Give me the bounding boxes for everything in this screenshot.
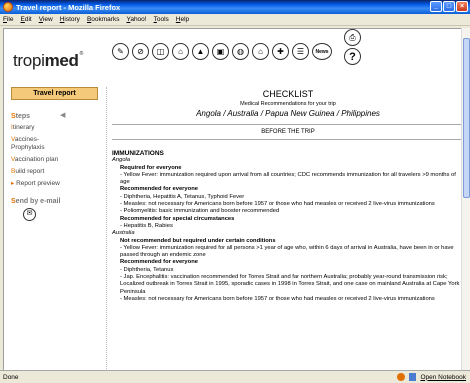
- page-content: tropimed® ✎ ⊘ ◫ ⌂ ▲ ▣ ◍ ⌂ ✚ ☰ News ⎙ ? T…: [3, 28, 470, 370]
- step-vaccines[interactable]: Vaccines-Prophylaxis: [11, 136, 63, 152]
- list-icon[interactable]: ☰: [292, 43, 309, 60]
- list-item: - Yellow Fever: immunization required fo…: [120, 244, 454, 259]
- section-title: IMMUNIZATIONS: [112, 150, 164, 157]
- title-bar: Travel report - Mozilla Firefox _ □ ×: [0, 0, 470, 14]
- menu-edit[interactable]: Edit: [21, 16, 32, 23]
- house-icon[interactable]: ⌂: [252, 43, 269, 60]
- travel-report-button[interactable]: Travel report: [11, 87, 98, 100]
- section-heading: BEFORE THE TRIP: [261, 129, 315, 135]
- list-item: - Measles: not necessary for Americans b…: [120, 201, 435, 208]
- menu-bookmarks[interactable]: Bookmarks: [87, 16, 120, 23]
- subheading: Required for everyone: [120, 164, 182, 171]
- step-report-preview[interactable]: ▸ Report preview: [11, 180, 101, 188]
- menu-view[interactable]: View: [39, 16, 53, 23]
- steps-heading: Steps: [11, 113, 31, 120]
- tool-icon-bar: ✎ ⊘ ◫ ⌂ ▲ ▣ ◍ ⌂ ✚ ☰ News: [112, 43, 332, 60]
- list-item: - Yellow Fever: immunization required up…: [120, 171, 456, 186]
- divider: [112, 124, 464, 125]
- list-item: - Hepatitis B, Rabies: [120, 222, 173, 229]
- step-build-report[interactable]: Build report: [11, 168, 101, 176]
- list-item: - Poliomyelitis: basic immunization and …: [120, 208, 280, 215]
- vertical-scrollbar[interactable]: [461, 28, 470, 370]
- subheading: Recommended for everyone: [120, 186, 198, 193]
- menu-help[interactable]: Help: [176, 16, 189, 23]
- country-heading: Australia: [112, 230, 135, 237]
- globe-icon[interactable]: ◍: [232, 43, 249, 60]
- envelope-icon[interactable]: ✉: [23, 208, 36, 221]
- divider: [112, 139, 464, 140]
- minimize-button[interactable]: _: [430, 1, 442, 12]
- help-icon[interactable]: ?: [344, 48, 361, 65]
- menu-file[interactable]: File: [3, 16, 14, 23]
- country-heading: Angola: [112, 157, 131, 164]
- step-vaccination-plan[interactable]: Vaccination plan: [11, 156, 101, 164]
- bottle-icon[interactable]: ▣: [212, 43, 229, 60]
- menu-history[interactable]: History: [60, 16, 80, 23]
- status-bar: Done Open Notebook: [0, 370, 470, 383]
- addon-icon[interactable]: [397, 373, 406, 381]
- page-title: CHECKLIST: [262, 89, 314, 99]
- open-notebook-link[interactable]: Open Notebook: [420, 374, 466, 381]
- no-mosquito-icon[interactable]: ⊘: [132, 43, 149, 60]
- tropimed-logo[interactable]: tropimed®: [13, 51, 83, 71]
- sidebar: Travel report Steps Itinerary Vaccines-P…: [4, 87, 107, 370]
- medkit-icon[interactable]: ✚: [272, 43, 289, 60]
- syringe-icon[interactable]: ✎: [112, 43, 129, 60]
- notebook-icon[interactable]: [409, 373, 417, 381]
- hospital-icon[interactable]: ⌂: [172, 43, 189, 60]
- collapse-arrow-icon[interactable]: ◀: [60, 111, 65, 119]
- list-item: - Jap. Encephalitis: vaccination recomme…: [120, 274, 460, 295]
- close-button[interactable]: ×: [456, 1, 468, 12]
- subheading: Not recommended but required under certa…: [120, 237, 276, 244]
- page-subtitle: Medical Recommendations for your trip: [240, 101, 336, 107]
- window-title: Travel report - Mozilla Firefox: [16, 2, 121, 12]
- immunization-list: IMMUNIZATIONS Angola Required for everyone…: [112, 150, 464, 303]
- main-panel: CHECKLIST Medical Recommendations for yo…: [112, 87, 464, 303]
- subheading: Recommended for everyone: [120, 259, 198, 266]
- mountain-icon[interactable]: ▲: [192, 43, 209, 60]
- menu-tools[interactable]: Tools: [154, 16, 169, 23]
- pill-icon[interactable]: ◫: [152, 43, 169, 60]
- print-icon[interactable]: ⎙: [344, 29, 361, 46]
- news-button[interactable]: News: [312, 43, 332, 60]
- list-item: - Measles: not necessary for Americans b…: [120, 295, 435, 302]
- list-item: - Diphtheria, Tetanus: [120, 266, 174, 273]
- step-itinerary[interactable]: Itinerary: [11, 124, 101, 132]
- firefox-icon: [3, 2, 13, 12]
- send-email-link[interactable]: Send by e-mail: [11, 198, 60, 205]
- subheading: Recommended for special circumstances: [120, 215, 235, 222]
- status-text: Done: [3, 373, 19, 381]
- scrollbar-thumb[interactable]: [463, 38, 470, 198]
- menu-bar: File Edit View History Bookmarks Yahoo! …: [0, 14, 470, 26]
- country-list: Angola / Australia / Papua New Guinea / …: [196, 109, 380, 118]
- maximize-button[interactable]: □: [443, 1, 455, 12]
- menu-yahoo[interactable]: Yahoo!: [126, 16, 146, 23]
- list-item: - Diphtheria, Hepatitis A, Tetanus, Typh…: [120, 193, 245, 200]
